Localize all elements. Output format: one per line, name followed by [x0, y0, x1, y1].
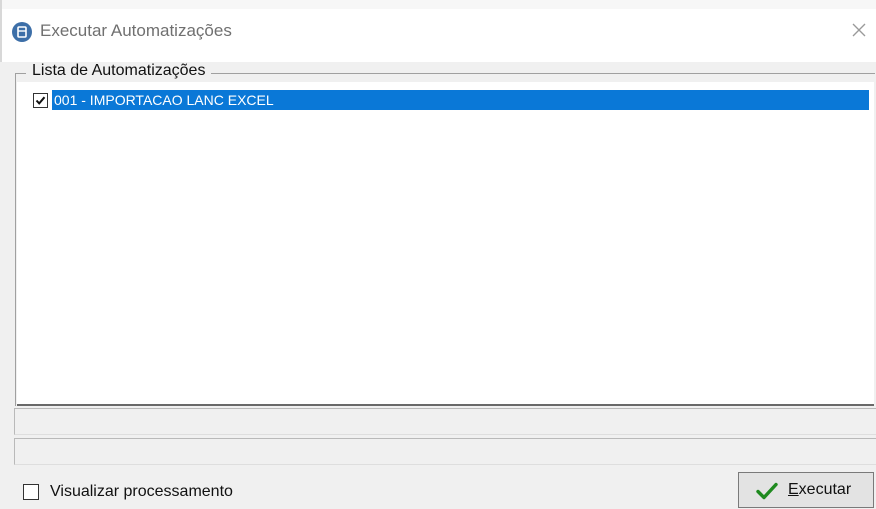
- checkmark-icon: [756, 482, 778, 500]
- titlebar-left-edge: [0, 0, 2, 62]
- close-button[interactable]: [846, 17, 872, 43]
- automation-list[interactable]: 001 - IMPORTACAO LANC EXCEL: [17, 82, 874, 406]
- executar-button-label: Executar: [788, 481, 852, 498]
- visualizar-processamento-label: Visualizar processamento: [50, 483, 233, 500]
- executar-button[interactable]: Executar: [738, 472, 874, 508]
- list-item[interactable]: 001 - IMPORTACAO LANC EXCEL: [33, 90, 869, 110]
- list-item-checkbox[interactable]: [33, 93, 48, 108]
- groupbox-title: Lista de Automatizações: [26, 62, 212, 80]
- list-item-label: 001 - IMPORTACAO LANC EXCEL: [52, 90, 869, 110]
- close-icon: [852, 23, 866, 37]
- window-titlebar: Executar Automatizações: [0, 0, 876, 62]
- app-window-icon: [12, 22, 32, 42]
- checkmark-icon: [35, 96, 46, 105]
- visualizar-processamento-checkbox[interactable]: [23, 484, 39, 500]
- titlebar-top-strip: [0, 0, 876, 9]
- progress-bar-2: [14, 438, 876, 465]
- window-title: Executar Automatizações: [40, 21, 232, 40]
- progress-bar-1: [14, 408, 876, 435]
